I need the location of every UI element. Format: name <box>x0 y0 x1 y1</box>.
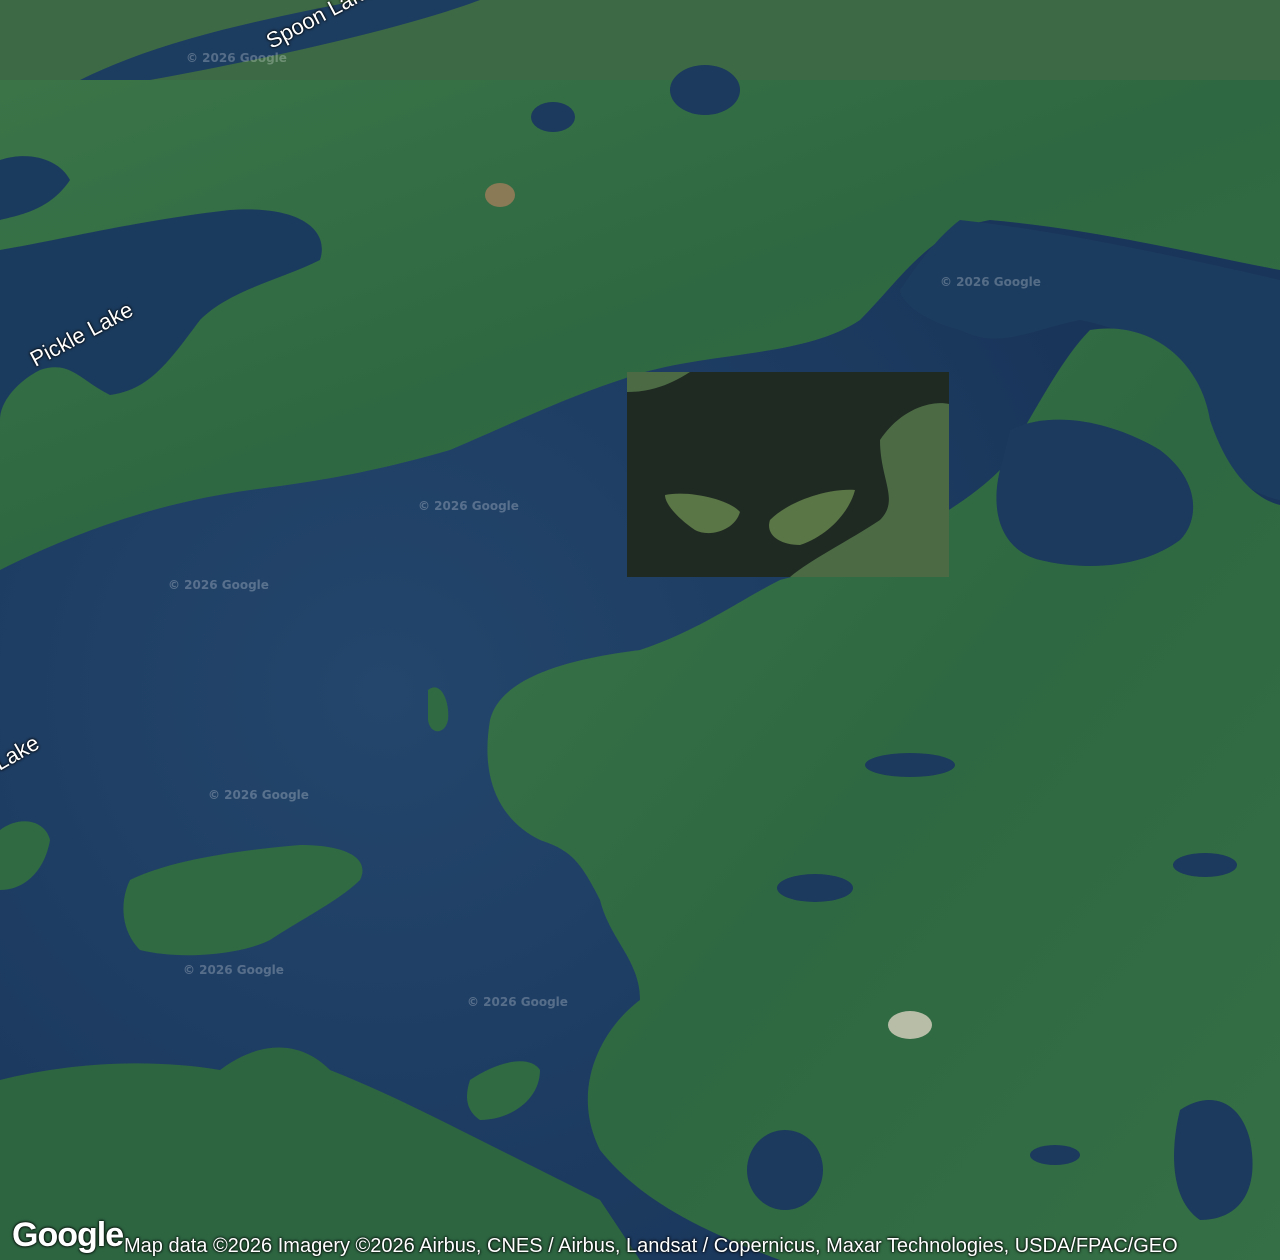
watermark: © 2026 Google <box>208 788 309 802</box>
google-logo: Google <box>12 1216 124 1254</box>
inland-lake-5 <box>1030 1145 1080 1165</box>
watermark: © 2026 Google <box>186 51 287 65</box>
north-lake-a <box>670 65 740 115</box>
inland-lake-4 <box>747 1130 823 1210</box>
inland-lake-2 <box>777 874 853 902</box>
satellite-map[interactable]: © 2026 Google © 2026 Google © 2026 Googl… <box>0 0 1280 1260</box>
watermark: © 2026 Google <box>940 275 1041 289</box>
north-lake-b <box>531 102 575 132</box>
watermark: © 2026 Google <box>168 578 269 592</box>
watermark: © 2026 Google <box>467 995 568 1009</box>
map-attribution[interactable]: Map data ©2026 Imagery ©2026 Airbus, CNE… <box>124 1232 1280 1260</box>
watermark: © 2026 Google <box>183 963 284 977</box>
map-imagery <box>0 0 1280 1260</box>
inland-lake-1 <box>865 753 955 777</box>
south-clearing <box>888 1011 932 1039</box>
inland-lake-3 <box>1173 853 1237 877</box>
dark-imagery-tile <box>627 372 949 577</box>
north-clearing <box>485 183 515 207</box>
watermark: © 2026 Google <box>418 499 519 513</box>
